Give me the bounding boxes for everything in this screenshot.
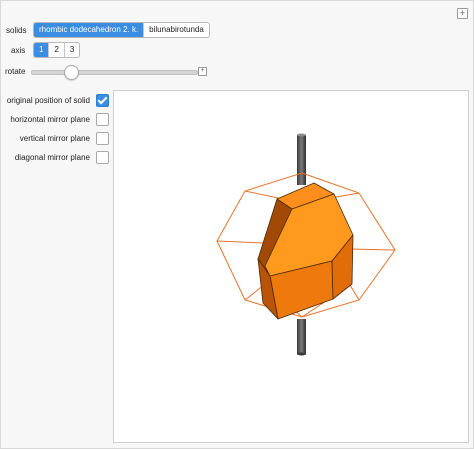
checkbox-label-horizontal-mirror: horizontal mirror plane [10,115,90,124]
solids-option-bilunabirotunda[interactable]: bilunabirotunda [144,23,209,37]
axis-rod-top [297,135,306,185]
rotate-slider-thumb[interactable] [64,65,79,80]
axis-rod-top-cap [297,133,306,137]
checkbox-label-diagonal-mirror: diagonal mirror plane [14,153,90,162]
solids-selector: rhombic dodecahedron 2. k. bilunabirotun… [33,22,210,38]
checkbox-horizontal-mirror[interactable] [96,113,109,126]
panel-plus-icon[interactable]: + [457,8,468,19]
checkbox-original-position[interactable] [96,94,109,107]
axis-option-2[interactable]: 2 [49,43,65,57]
solids-label: solids [6,26,27,35]
axis-rod-bottom [297,319,306,354]
axis-selector: 1 2 3 [33,42,81,58]
rotate-slider-track[interactable] [31,70,198,75]
solids-option-rhombic[interactable]: rhombic dodecahedron 2. k. [34,23,145,37]
solid-graphic [216,133,396,356]
axis-option-1[interactable]: 1 [34,43,50,57]
orange-solid [257,182,354,320]
checkbox-vertical-mirror[interactable] [96,132,109,145]
axis-option-3[interactable]: 3 [65,43,79,57]
slider-plus-icon[interactable]: + [198,67,207,76]
axis-label: axis [11,46,26,55]
rotate-label: rotate [5,67,26,76]
checkbox-diagonal-mirror[interactable] [96,151,109,164]
checkbox-label-vertical-mirror: vertical mirror plane [19,134,90,143]
checkbox-label-original-position: original position of solid [6,96,90,105]
graphics-viewport[interactable] [113,90,469,443]
axis-rod-bottom-cap [297,352,306,356]
